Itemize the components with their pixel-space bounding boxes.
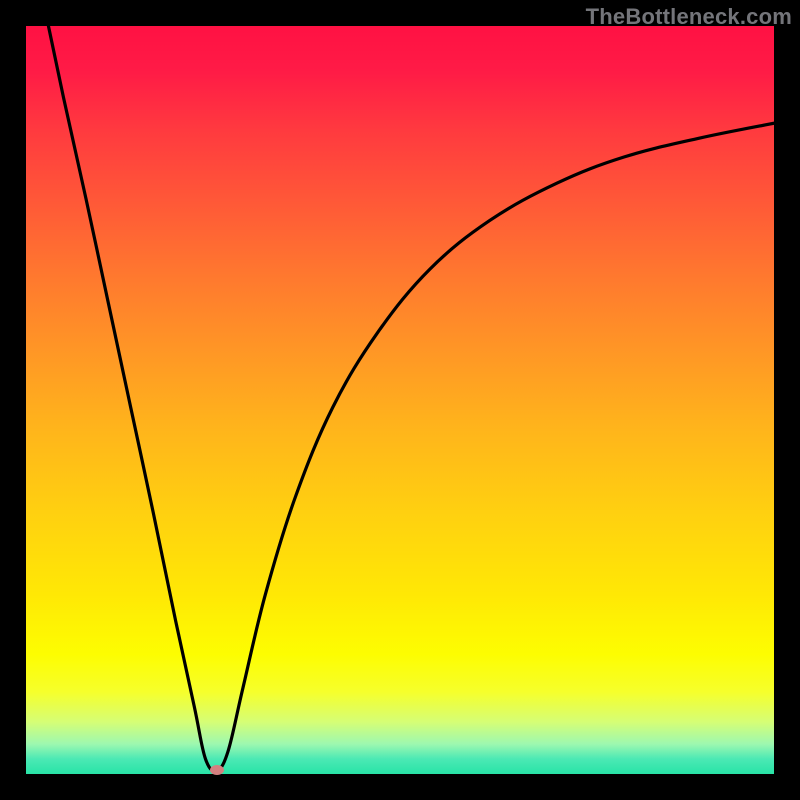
curve-path	[48, 26, 774, 771]
minimum-marker	[210, 765, 224, 775]
bottleneck-curve	[26, 26, 774, 774]
watermark-text: TheBottleneck.com	[586, 4, 792, 30]
plot-area	[26, 26, 774, 774]
chart-frame: TheBottleneck.com	[0, 0, 800, 800]
